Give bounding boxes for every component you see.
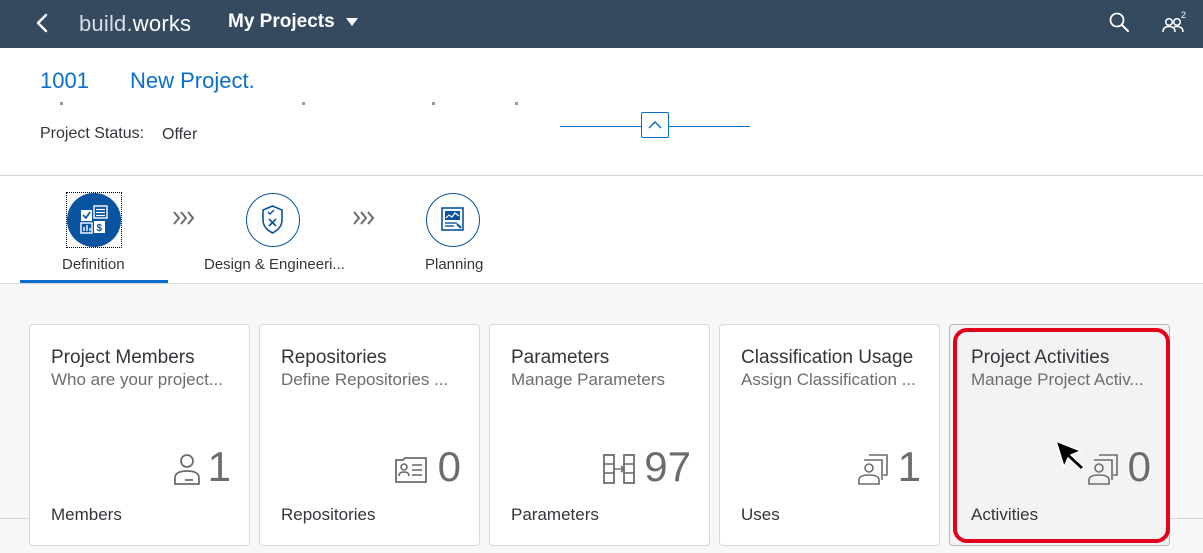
status-value: Offer: [162, 126, 198, 143]
tile-title: Parameters: [511, 347, 610, 368]
tile-project-members[interactable]: Project Members Who are your project... …: [29, 324, 250, 546]
definition-step-circle[interactable]: $: [67, 193, 121, 247]
tile-subtitle: Assign Classification ...: [741, 370, 916, 389]
tile-subtitle: Define Repositories ...: [281, 370, 449, 389]
tile-title: Project Members: [51, 347, 195, 368]
object-header: 1001 New Project. Project Status: Offer: [0, 48, 1203, 174]
selected-step-indicator: [20, 280, 168, 283]
tile-parameters[interactable]: Parameters Manage Parameters 97 Paramete…: [489, 324, 710, 546]
planning-board-icon: [441, 207, 464, 231]
tile-subtitle: Manage Parameters: [511, 370, 666, 389]
mouse-cursor-icon: [1055, 440, 1085, 471]
tile-subtitle: Who are your project...: [51, 370, 223, 389]
search-icon[interactable]: [1108, 11, 1130, 33]
svg-text:$: $: [97, 223, 103, 234]
app-title-menu[interactable]: My Projects: [228, 11, 335, 33]
project-id: 1001: [40, 68, 89, 93]
step-label: Design & Engineeri...: [204, 256, 345, 273]
user-group-icon[interactable]: 2: [1160, 10, 1188, 36]
back-icon[interactable]: [32, 12, 54, 34]
tile-count: 1: [897, 443, 921, 490]
project-name: New Project.: [130, 68, 255, 93]
planning-step-circle[interactable]: [426, 193, 480, 247]
tile-footer: Parameters: [511, 505, 599, 524]
svg-text:2: 2: [1181, 10, 1186, 20]
step-label: Planning: [425, 256, 484, 273]
tile-footer: Repositories: [281, 505, 376, 524]
person-icon: [174, 454, 200, 485]
section-divider: [1170, 518, 1203, 519]
parameters-icon: [603, 454, 635, 484]
definition-icon: $: [80, 205, 108, 234]
step-label: Definition: [62, 256, 125, 273]
header-cutoff-text: [40, 100, 540, 106]
tile-count: 0: [437, 443, 461, 490]
tile-classification-usage[interactable]: Classification Usage Assign Classificati…: [719, 324, 940, 546]
group-persons-icon: [858, 454, 888, 485]
id-card-icon: [395, 457, 427, 483]
tile-footer: Uses: [741, 505, 780, 524]
design-step-circle[interactable]: [246, 193, 300, 247]
tile-title: Repositories: [281, 347, 387, 368]
chevron-up-icon: [648, 120, 662, 129]
tile-title: Classification Usage: [741, 347, 914, 368]
tile-repositories[interactable]: Repositories Define Repositories ... 0 R…: [259, 324, 480, 546]
chevron-double-right-icon: [173, 211, 195, 225]
app-logo[interactable]: build.works: [79, 11, 191, 37]
tile-count: 97: [644, 443, 691, 490]
section-divider: [0, 518, 30, 519]
process-flow: $ Definition Design & Engineeri... Plann…: [0, 175, 1203, 284]
shell-bar: build.works My Projects 2: [0, 0, 1203, 48]
status-label: Project Status:: [40, 125, 145, 142]
caret-down-icon[interactable]: [345, 17, 359, 27]
chevron-double-right-icon: [353, 211, 375, 225]
tile-count: 1: [207, 443, 231, 490]
highlight-annotation: [953, 328, 1170, 543]
collapse-header-button[interactable]: [641, 112, 669, 138]
shield-check-icon: [262, 205, 283, 234]
tile-footer: Members: [51, 505, 122, 524]
